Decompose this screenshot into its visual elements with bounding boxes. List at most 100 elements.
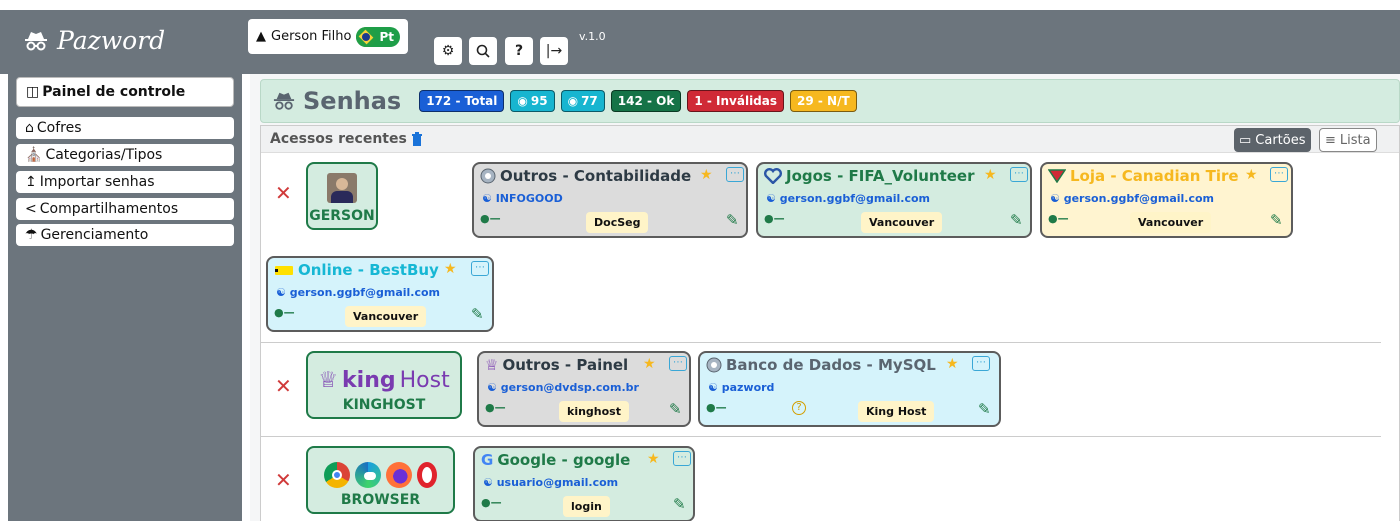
edit-icon[interactable]: ✎ — [1270, 211, 1283, 229]
card-icon: ▭ — [1239, 132, 1252, 148]
basket-icon: ⛪ — [25, 147, 43, 163]
help-button[interactable]: ? — [505, 37, 533, 65]
sidebar: ◫ Painel de controle ⌂ Cofres ⛪ Categori… — [8, 74, 242, 521]
sidebar-item-painel[interactable]: ◫ Painel de controle — [16, 77, 234, 107]
language-badge[interactable]: Pt — [356, 26, 400, 47]
user-icon: ☯ — [487, 381, 501, 394]
key-icon[interactable]: ●— — [1048, 212, 1069, 225]
sidebar-item-label: Cofres — [36, 120, 82, 136]
badge-total[interactable]: 172 - Total — [419, 90, 505, 112]
remove-group-button[interactable]: ✕ — [275, 374, 292, 398]
badge-nt[interactable]: 29 - N/T — [790, 90, 857, 112]
shield-icon: ◉ — [567, 94, 579, 108]
password-card[interactable]: G Google - google ★ ⋯ ☯ usuario@gmail.co… — [473, 446, 695, 521]
source-card-gerson[interactable]: GERSON — [306, 162, 378, 230]
sidebar-item-gerenciamento[interactable]: ☂ Gerenciamento — [16, 224, 234, 246]
source-card-browser[interactable]: BROWSER — [306, 446, 455, 514]
key-icon[interactable]: ●— — [481, 496, 502, 509]
key-icon[interactable]: ●— — [274, 306, 295, 319]
chat-icon[interactable]: ⋯ — [673, 451, 691, 466]
sidebar-item-categorias[interactable]: ⛪ Categorias/Tipos — [16, 144, 234, 166]
source-card-kinghost[interactable]: ♕ king Host KINGHOST — [306, 351, 462, 419]
view-list-button[interactable]: ≡ Lista — [1319, 128, 1377, 152]
sidebar-item-label: Painel de controle — [42, 84, 186, 100]
edit-icon[interactable]: ✎ — [673, 495, 686, 513]
logout-icon: |→ — [545, 43, 563, 59]
card-tag: Vancouver — [1130, 212, 1212, 233]
upload-icon: ↥ — [25, 174, 37, 190]
brazil-flag-icon — [356, 26, 377, 47]
edit-icon[interactable]: ✎ — [726, 211, 739, 229]
card-user: ☯ pazword — [708, 381, 774, 394]
settings-button[interactable]: ⚙ — [434, 37, 462, 65]
spy-icon — [25, 31, 47, 50]
kinghost-logo-a: king — [342, 368, 396, 393]
password-card[interactable]: ♕ Outros - Painel ★ ⋯ ☯ gerson@dvdsp.com… — [477, 351, 691, 427]
star-icon[interactable]: ★ — [946, 356, 959, 372]
sidebar-item-label: Categorias/Tipos — [45, 147, 163, 163]
sidebar-item-compartilhamentos[interactable]: < Compartilhamentos — [16, 198, 234, 220]
password-card[interactable]: Loja - Canadian Tire ★ ⋯ ☯ gerson.ggbf@g… — [1040, 162, 1293, 238]
card-user-text: gerson.ggbf@gmail.com — [779, 192, 931, 205]
badge-vault-1[interactable]: ◉ 95 — [510, 90, 555, 112]
card-tag: kinghost — [559, 401, 629, 422]
card-user: ☯ gerson.ggbf@gmail.com — [276, 286, 440, 299]
globe-icon — [480, 168, 496, 184]
chat-icon[interactable]: ⋯ — [1010, 167, 1028, 182]
spy-icon — [273, 92, 295, 110]
source-name: BROWSER — [340, 492, 421, 508]
opera-icon — [417, 462, 437, 488]
key-icon[interactable]: ●— — [706, 401, 727, 414]
sidebar-item-cofres[interactable]: ⌂ Cofres — [16, 117, 234, 139]
chat-icon[interactable]: ⋯ — [726, 167, 744, 182]
top-bar: Pazword ▲ Gerson Filho Pt ⚙ ? |→ v.1.0 — [0, 0, 1400, 74]
key-icon[interactable]: ●— — [480, 212, 501, 225]
star-icon[interactable]: ★ — [444, 261, 457, 277]
question-icon[interactable]: ? — [792, 401, 806, 415]
star-icon[interactable]: ★ — [643, 356, 656, 372]
chat-icon[interactable]: ⋯ — [972, 356, 990, 371]
user-icon: ☯ — [708, 381, 722, 394]
trash-icon[interactable] — [411, 132, 423, 146]
remove-group-button[interactable]: ✕ — [275, 181, 292, 205]
remove-group-button[interactable]: ✕ — [275, 468, 292, 492]
chat-icon[interactable]: ⋯ — [1270, 167, 1288, 182]
gear-icon: ⚙ — [441, 43, 455, 59]
page-title-text: Senhas — [303, 87, 402, 115]
star-icon[interactable]: ★ — [984, 167, 997, 183]
badge-vault-2-count: 77 — [581, 94, 598, 108]
password-card[interactable]: Online - BestBuy ★ ⋯ ☯ gerson.ggbf@gmail… — [266, 256, 494, 332]
password-card[interactable]: Jogos - FIFA_Volunteer ★ ⋯ ☯ gerson.ggbf… — [756, 162, 1032, 238]
badge-vault-2[interactable]: ◉ 77 — [560, 90, 605, 112]
group-divider — [261, 436, 1381, 437]
search-button[interactable] — [469, 37, 497, 65]
edit-icon[interactable]: ✎ — [669, 400, 682, 418]
password-card[interactable]: Banco de Dados - MySQL ★ ⋯ ☯ pazword ●— … — [698, 351, 1001, 427]
safe-icon: ⌂ — [25, 120, 34, 136]
user-icon: ☯ — [482, 192, 496, 205]
question-icon: ? — [514, 43, 524, 59]
view-cards-button[interactable]: ▭ Cartões — [1234, 128, 1311, 152]
card-title: Online - BestBuy — [274, 261, 439, 279]
sidebar-item-importar[interactable]: ↥ Importar senhas — [16, 171, 234, 193]
badge-invalid[interactable]: 1 - Inválidas — [687, 90, 785, 112]
card-user: ☯ gerson.ggbf@gmail.com — [766, 192, 930, 205]
brand[interactable]: Pazword — [24, 26, 165, 55]
key-icon[interactable]: ●— — [485, 401, 506, 414]
edit-icon[interactable]: ✎ — [978, 400, 991, 418]
edit-icon[interactable]: ✎ — [1010, 211, 1023, 229]
version-label: v.1.0 — [579, 30, 606, 43]
edit-icon[interactable]: ✎ — [471, 305, 484, 323]
chat-icon[interactable]: ⋯ — [471, 261, 489, 276]
star-icon[interactable]: ★ — [1245, 167, 1258, 183]
star-icon[interactable]: ★ — [700, 167, 713, 183]
card-tag: King Host — [858, 401, 935, 422]
key-icon[interactable]: ●— — [764, 212, 785, 225]
password-card[interactable]: Outros - Contabilidade ★ ⋯ ☯ INFOGOOD ●—… — [472, 162, 748, 238]
chat-icon[interactable]: ⋯ — [669, 356, 687, 371]
browser-icons — [324, 462, 437, 488]
star-icon[interactable]: ★ — [647, 451, 660, 467]
logout-button[interactable]: |→ — [540, 37, 568, 65]
badge-ok[interactable]: 142 - Ok — [610, 90, 682, 112]
user-button[interactable]: ▲ Gerson Filho Pt — [248, 19, 408, 54]
